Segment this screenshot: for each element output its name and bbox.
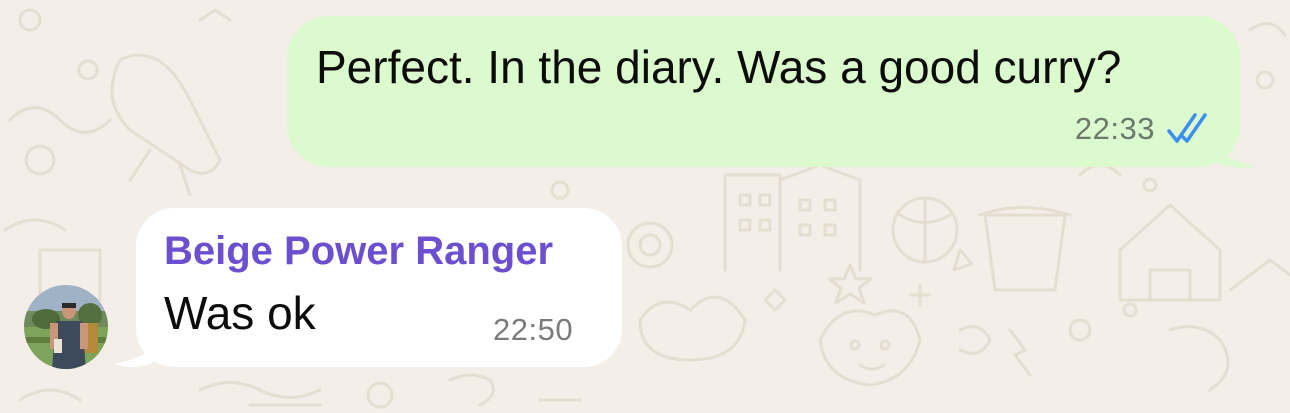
outgoing-message-meta: 22:33 <box>1075 111 1213 147</box>
incoming-message-time: 22:50 <box>493 312 574 347</box>
incoming-message-text: Was ok <box>164 287 316 339</box>
outgoing-message-text: Perfect. In the diary. Was a good curry? <box>316 41 1122 93</box>
building-doodle <box>723 163 862 272</box>
rocket-doodle <box>110 53 222 175</box>
pot-doodle <box>978 206 1072 292</box>
avatar[interactable] <box>24 285 108 369</box>
avatar-photo <box>24 285 108 369</box>
outgoing-message-time: 22:33 <box>1074 111 1155 146</box>
incoming-bubble-tail <box>114 320 170 367</box>
sender-name[interactable]: Beige Power Ranger <box>164 224 553 278</box>
double-check-read-icon <box>1167 113 1207 143</box>
